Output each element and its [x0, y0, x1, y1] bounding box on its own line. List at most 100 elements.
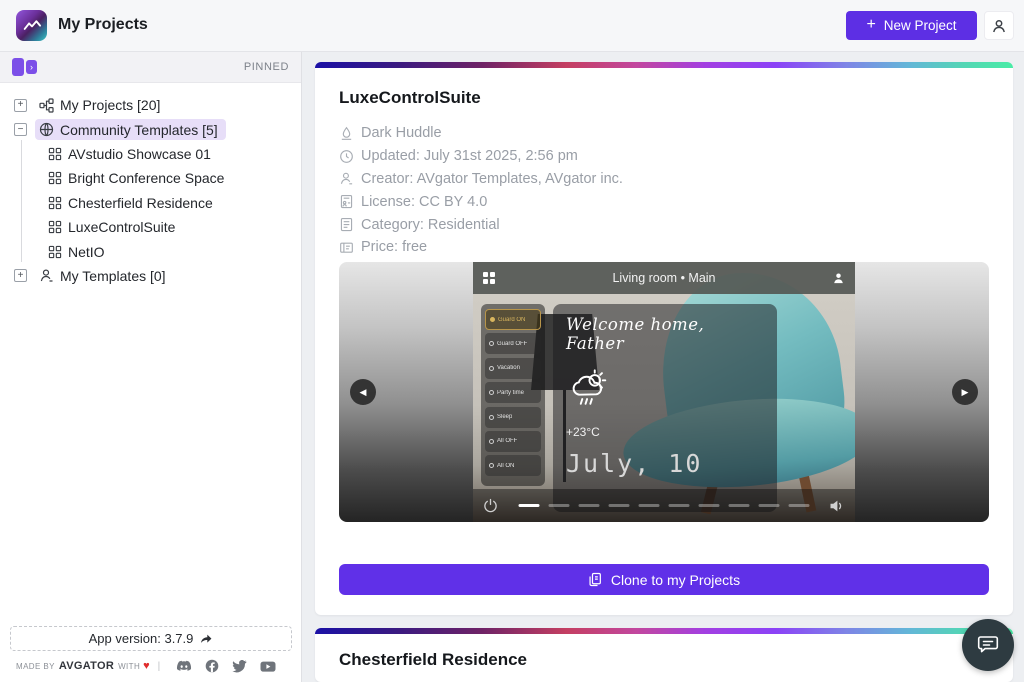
tree-item-label: Bright Conference Space: [68, 170, 224, 186]
tree-item-label: My Templates [0]: [60, 268, 166, 284]
preview-bottombar: [473, 489, 855, 522]
user-icon: [991, 18, 1007, 34]
clone-icon: [588, 572, 602, 587]
heart-icon: ♥: [143, 660, 150, 672]
app-header: My Projects + New Project: [0, 0, 1024, 52]
tree-item-my-templates[interactable]: + My Templates [0]: [0, 264, 301, 288]
twitter-icon[interactable]: [232, 660, 247, 673]
made-by-prefix: MADE BY: [16, 662, 55, 671]
sidebar: › PINNED + My Projects [20] − Community …: [0, 52, 302, 682]
scene-button-party-time[interactable]: Party time: [485, 382, 541, 403]
scene-button-sleep[interactable]: Sleep: [485, 407, 541, 428]
collapse-icon[interactable]: −: [14, 123, 27, 136]
app-version-button[interactable]: App version: 3.7.9: [10, 626, 292, 651]
preview-topbar: Living room • Main: [473, 262, 855, 294]
social-links: [176, 659, 276, 673]
new-project-button[interactable]: + New Project: [846, 11, 977, 40]
chat-bubble-icon: [976, 633, 1000, 657]
tree-item-label: My Projects [20]: [60, 97, 160, 113]
preview-carousel: ◀ ▶ Living room • Main Guard: [339, 262, 989, 522]
clone-button-label: Clone to my Projects: [611, 572, 740, 588]
room-title: Living room • Main: [473, 271, 855, 285]
template-grid-icon: [48, 245, 62, 259]
meta-price: Price: free: [339, 236, 1013, 259]
tree-item-label: LuxeControlSuite: [68, 219, 175, 235]
tree-item-label: AVstudio Showcase 01: [68, 146, 211, 162]
chat-button[interactable]: [962, 619, 1014, 671]
weather-icon: [566, 365, 764, 411]
volume-icon: [829, 499, 845, 513]
preview-content-panel: Welcome home, Father +23°C July, 10: [553, 304, 777, 512]
template-card-luxecontrolsuite: LuxeControlSuite Dark Huddle Updated: Ju…: [315, 62, 1013, 615]
tree-item-luxecontrolsuite[interactable]: LuxeControlSuite: [0, 215, 301, 239]
preview-screenshot: Living room • Main Guard ON Guard OFF Va…: [473, 262, 855, 522]
scene-button-all-off[interactable]: All OFF: [485, 431, 541, 452]
welcome-text: Welcome home, Father: [566, 315, 764, 353]
scene-button-all-on[interactable]: All ON: [485, 455, 541, 476]
power-icon: [483, 498, 498, 513]
clock-icon: [339, 149, 354, 164]
template-grid-icon: [48, 171, 62, 185]
tree-item-label: Community Templates [5]: [60, 122, 218, 138]
expand-icon[interactable]: +: [14, 269, 27, 282]
tree-item-my-projects[interactable]: + My Projects [20]: [0, 93, 301, 117]
theme-icon: [339, 126, 354, 141]
pinned-bar: › PINNED: [0, 52, 301, 83]
avgator-wordmark: AVGATOR: [59, 660, 114, 672]
made-by-suffix: WITH: [118, 662, 140, 671]
tree-item-netio[interactable]: NetIO: [0, 239, 301, 263]
made-by-row: MADE BY AVGATOR WITH ♥ |: [16, 657, 291, 675]
template-card-chesterfield: Chesterfield Residence: [315, 628, 1013, 682]
main-content: LuxeControlSuite Dark Huddle Updated: Ju…: [302, 52, 1024, 682]
meta-value: Dark Huddle: [361, 125, 442, 141]
scene-button-guard-off[interactable]: Guard OFF: [485, 333, 541, 354]
scene-button-vacation[interactable]: Vacation: [485, 358, 541, 379]
youtube-icon[interactable]: [260, 660, 276, 673]
share-arrow-icon: [199, 632, 213, 646]
expand-icon[interactable]: +: [14, 99, 27, 112]
meta-value: Updated: July 31st 2025, 2:56 pm: [361, 148, 578, 164]
facebook-icon[interactable]: [205, 659, 219, 673]
category-icon: [339, 217, 354, 232]
person-icon: [339, 171, 354, 186]
meta-updated: Updated: July 31st 2025, 2:56 pm: [339, 145, 1013, 168]
avgator-logo-icon: [16, 10, 47, 41]
meta-license: License: CC BY 4.0: [339, 190, 1013, 213]
tree-item-avstudio-showcase[interactable]: AVstudio Showcase 01: [0, 142, 301, 166]
new-project-label: New Project: [884, 18, 957, 33]
scene-panel: Guard ON Guard OFF Vacation Party time S…: [481, 304, 545, 486]
tree-item-chesterfield[interactable]: Chesterfield Residence: [0, 191, 301, 215]
tree-item-community-templates[interactable]: − Community Templates [5]: [0, 117, 301, 141]
tree-item-bright-conference[interactable]: Bright Conference Space: [0, 166, 301, 190]
template-meta-list: Dark Huddle Updated: July 31st 2025, 2:5…: [339, 122, 1013, 259]
tree-item-label: NetIO: [68, 244, 105, 260]
template-title: LuxeControlSuite: [339, 88, 1013, 108]
project-tree: + My Projects [20] − Community Templates…: [0, 93, 301, 288]
meta-value: License: CC BY 4.0: [361, 194, 487, 210]
pinned-panel-icon[interactable]: ›: [12, 58, 37, 76]
template-grid-icon: [48, 147, 62, 161]
template-grid-icon: [48, 220, 62, 234]
divider: |: [158, 661, 161, 672]
plus-icon: +: [866, 16, 875, 34]
globe-icon: [39, 122, 54, 137]
carousel-next-button[interactable]: ▶: [952, 379, 978, 405]
scene-button-guard-on[interactable]: Guard ON: [485, 309, 541, 330]
user-template-icon: [39, 268, 54, 283]
meta-theme: Dark Huddle: [339, 122, 1013, 145]
card-gradient-bar: [315, 628, 1013, 634]
discord-icon[interactable]: [176, 660, 192, 673]
carousel-prev-button[interactable]: ◀: [350, 379, 376, 405]
preview-user-icon: [832, 272, 845, 285]
app-version-label: App version: 3.7.9: [89, 631, 194, 646]
price-icon: [339, 240, 354, 255]
date-display: July, 10: [566, 449, 764, 478]
meta-value: Category: Residential: [361, 217, 500, 233]
meta-value: Price: free: [361, 239, 427, 255]
meta-creator: Creator: AVgator Templates, AVgator inc.: [339, 168, 1013, 191]
meta-value: Creator: AVgator Templates, AVgator inc.: [361, 171, 623, 187]
clone-to-projects-button[interactable]: Clone to my Projects: [339, 564, 989, 595]
workflow-icon: [39, 98, 54, 113]
page-title: My Projects: [58, 16, 148, 34]
account-button[interactable]: [984, 11, 1014, 40]
